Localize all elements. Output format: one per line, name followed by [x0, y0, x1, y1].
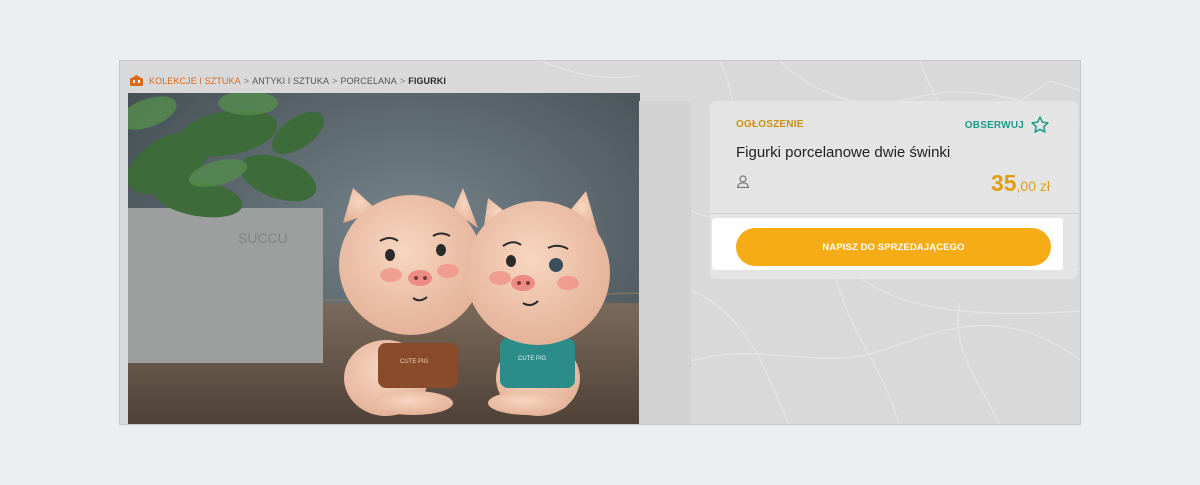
price: 35 ,00 zł: [991, 170, 1050, 197]
breadcrumb-separator: >: [332, 75, 338, 86]
divider: [710, 213, 1078, 214]
follow-label: OBSERWUJ: [964, 119, 1024, 131]
gallery-next-strip[interactable]: [639, 101, 691, 424]
home-icon[interactable]: [130, 75, 143, 86]
svg-text:SUCCU: SUCCU: [238, 230, 288, 246]
listing-title: Figurki porcelanowe dwie świnki: [736, 144, 951, 161]
breadcrumb-item-antyki[interactable]: ANTYKI I SZTUKA: [252, 76, 329, 86]
follow-button[interactable]: OBSERWUJ: [965, 115, 1050, 135]
price-main: 35: [990, 170, 1017, 196]
star-icon: [1031, 116, 1049, 133]
product-photo[interactable]: SUCCU CUTE PIG CUTE PIG: [128, 93, 640, 424]
breadcrumb-item-porcelana[interactable]: PORCELANA: [340, 76, 396, 86]
svg-text:CUTE PIG: CUTE PIG: [518, 356, 547, 362]
listing-type-label: OGŁOSZENIE: [736, 119, 804, 130]
breadcrumb-separator: >: [243, 75, 250, 86]
breadcrumb-separator: >: [399, 75, 406, 86]
user-icon[interactable]: [736, 174, 750, 188]
svg-text:CUTE PIG: CUTE PIG: [400, 359, 429, 365]
cta-highlight: NAPISZ DO SPRZEDAJĄCEGO: [712, 218, 1063, 270]
breadcrumb-item-kolekcje[interactable]: KOLEKCJE I SZTUKA: [149, 76, 241, 86]
price-fraction: ,00 zł: [1016, 178, 1050, 194]
breadcrumb: KOLEKCJE I SZTUKA > ANTYKI I SZTUKA > PO…: [130, 75, 446, 86]
breadcrumb-item-figurki: FIGURKI: [408, 75, 446, 86]
contact-seller-button[interactable]: NAPISZ DO SPRZEDAJĄCEGO: [736, 228, 1051, 266]
